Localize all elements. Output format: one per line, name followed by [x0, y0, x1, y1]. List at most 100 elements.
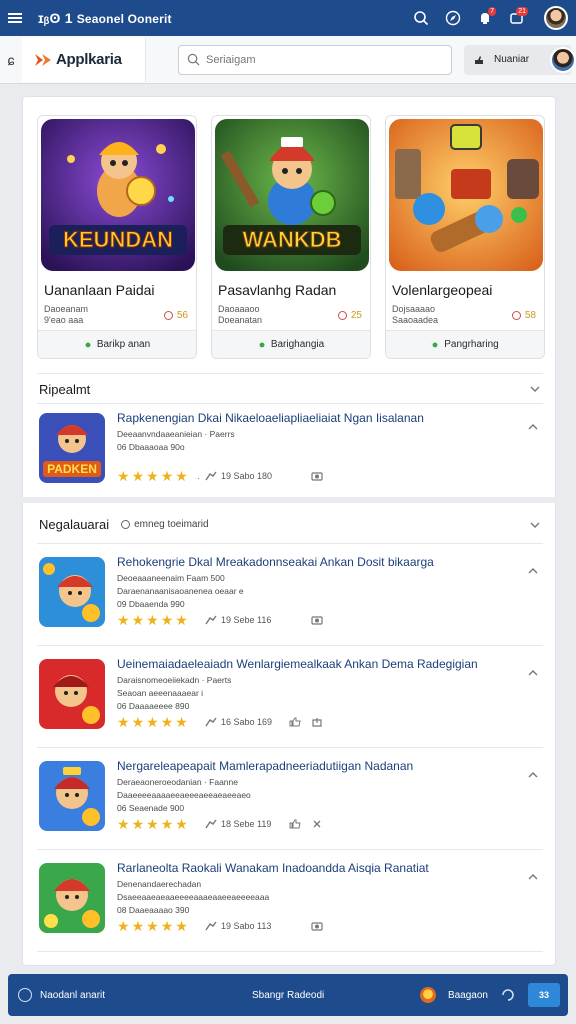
stat-value: 19 Sabo 113: [221, 921, 272, 931]
like-icon[interactable]: [289, 819, 301, 829]
bottom-mid-action[interactable]: Sbangr Radeodi: [252, 990, 324, 1001]
score-icon: [511, 311, 521, 320]
close-icon[interactable]: [311, 819, 323, 829]
chevron-up-icon[interactable]: [527, 667, 539, 679]
camera-icon[interactable]: [311, 471, 323, 481]
item-title[interactable]: Rehokengrie Dkal Mreakadonnseakai Ankan …: [117, 555, 517, 569]
featured-card[interactable]: KEUNDAN Uananlaan Paidai Daoeanam 9'eao …: [37, 115, 197, 359]
section-title: Ripealmt: [39, 382, 90, 397]
user-menu-button[interactable]: Nuaniar: [464, 44, 576, 75]
star-icon: ★: [175, 612, 188, 628]
section-filter[interactable]: emneg toeimarid: [121, 519, 209, 530]
profile-avatar[interactable]: [544, 6, 568, 30]
item-meta-2: Daraenanaanisaoanenea oeaar e: [117, 586, 244, 596]
art-title: KEUNDAN: [63, 227, 173, 252]
card-action-button[interactable]: Pangrharing: [386, 330, 544, 358]
featured-card[interactable]: WANKDB Pasavlanhg Radan Daoaaaoo Doeanat…: [211, 115, 371, 359]
star-icon: ★: [160, 714, 174, 730]
share-icon[interactable]: [311, 717, 323, 727]
item-meta-3: 08 Daaeaaaao 390: [117, 905, 190, 915]
rating-stars: ★ ★ ★ ★ ★: [117, 469, 188, 483]
button-label: Barighangia: [270, 339, 325, 350]
sync-icon[interactable]: [500, 987, 516, 1003]
star-icon: ★: [146, 918, 159, 934]
like-icon[interactable]: [289, 717, 301, 727]
search-input[interactable]: [206, 53, 436, 66]
card-title: Pasavlanhg Radan: [218, 282, 337, 298]
chevron-up-icon[interactable]: [527, 565, 539, 577]
item-title[interactable]: Rarlaneolta Raokali Wanakam Inadoandda A…: [117, 861, 517, 875]
star-icon: ★: [175, 714, 188, 730]
brand-bold: ɪᵦʘ 1: [38, 10, 73, 26]
search-bar[interactable]: [178, 44, 452, 75]
item-title[interactable]: Ueinemaiadaeleaiadn Wenlargiemealkaak An…: [117, 657, 517, 671]
bottom-bar: Naodanl anarit Sbangr Radeodi Baagaon 33: [8, 974, 568, 1016]
thumb-icon: [205, 471, 217, 481]
hand-icon: [475, 55, 483, 64]
item-title[interactable]: Nergareleapeapait Mamlerapadneeriadutiig…: [117, 759, 517, 773]
score-value: 58: [524, 310, 536, 321]
search-icon[interactable]: [410, 7, 432, 29]
camera-icon[interactable]: [311, 615, 323, 625]
chat-icon[interactable]: 21: [506, 7, 528, 29]
compass-icon[interactable]: [442, 7, 464, 29]
star-icon: ★: [131, 918, 145, 934]
item-meta-3: 06 Seaenade 900: [117, 803, 185, 813]
user-avatar: [550, 46, 576, 73]
star-icon: ★: [117, 816, 130, 832]
star-icon: ★: [175, 468, 188, 484]
card-action-button[interactable]: Barighangia: [212, 330, 370, 358]
bell-icon[interactable]: 7: [474, 7, 496, 29]
list-item[interactable]: Ueinemaiadaeleaiadn Wenlargiemealkaak An…: [37, 657, 543, 747]
section-title-text: Negalauarai: [39, 517, 110, 532]
card-score: 56: [163, 310, 188, 321]
star-icon: ★: [131, 816, 145, 832]
star-icon: ★: [146, 612, 159, 628]
chevron-down-icon[interactable]: [529, 519, 541, 531]
star-icon: ★: [131, 468, 145, 484]
bottom-right-label[interactable]: Baagaon: [448, 990, 488, 1001]
icon-title: PADKEN: [47, 462, 97, 476]
chevron-up-icon[interactable]: [527, 871, 539, 883]
card-action-button[interactable]: Barikp anan: [38, 330, 196, 358]
chevron-up-icon[interactable]: [527, 421, 539, 433]
star-icon: ★: [146, 468, 159, 484]
game-art: WANKDB: [215, 119, 369, 271]
bottom-left-action[interactable]: Naodanl anarit: [18, 988, 105, 1002]
star-icon: ★: [131, 714, 145, 730]
game-icon: [39, 659, 105, 729]
item-stat: 18 Sebe 119: [205, 819, 271, 829]
featured-card[interactable]: Volenlargeopeai Dojsaaaao Saaoaadea 58 P…: [385, 115, 545, 359]
list-item[interactable]: Rarlaneolta Raokali Wanakam Inadoandda A…: [37, 861, 543, 951]
menu-icon[interactable]: [8, 12, 24, 24]
notification-badge: 7: [488, 7, 496, 16]
stat-value: 19 Sabo 180: [221, 471, 273, 481]
search-icon: [187, 53, 200, 66]
divider: [37, 403, 543, 404]
featured-cards: KEUNDAN Uananlaan Paidai Daoeanam 9'eao …: [37, 115, 545, 359]
game-icon: [39, 557, 105, 627]
section-gap: [22, 497, 556, 503]
back-button[interactable]: ɕ: [0, 52, 22, 68]
coin-icon: [419, 987, 436, 1003]
list-item[interactable]: PADKEN Rapkenengian Dkai Nikaeloaeliapli…: [37, 411, 543, 501]
list-item[interactable]: Nergareleapeapait Mamlerapadneeriadutiig…: [37, 759, 543, 849]
item-meta: Deoeaaaneenaim Faam 500: [117, 573, 225, 583]
button-label: Pangrharing: [444, 339, 499, 350]
star-icon: ★: [117, 612, 130, 628]
primary-cta-button[interactable]: 33: [528, 983, 560, 1007]
rating-stars: ★ ★ ★ ★ ★: [117, 919, 188, 933]
message-badge: 21: [516, 7, 528, 16]
list-item[interactable]: Rehokengrie Dkal Mreakadonnseakai Ankan …: [37, 555, 543, 645]
app-header: ɕ Applkaria Nuaniar: [0, 36, 576, 84]
divider: [37, 373, 543, 374]
chevron-down-icon[interactable]: [529, 383, 541, 395]
camera-icon[interactable]: [311, 921, 323, 931]
chevron-up-icon[interactable]: [527, 769, 539, 781]
app-logo[interactable]: Applkaria: [22, 37, 146, 82]
refresh-icon: [18, 988, 32, 1002]
card-score: 25: [337, 310, 362, 321]
item-title[interactable]: Rapkenengian Dkai Nikaeloaeliapliaeliaia…: [117, 411, 517, 425]
divider: [37, 645, 543, 646]
star-icon: ★: [146, 714, 159, 730]
